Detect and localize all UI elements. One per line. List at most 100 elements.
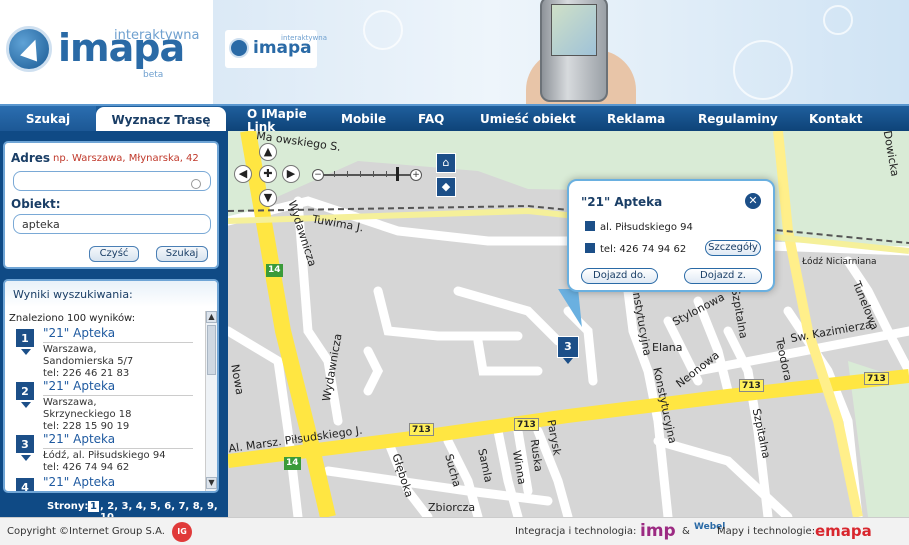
result-phone: tel: 426 74 94 62 bbox=[43, 462, 130, 473]
route-to-button[interactable]: Dojazd do. bbox=[581, 268, 658, 284]
imp-logo[interactable]: imp bbox=[640, 521, 676, 541]
imapa-app: interaktywna imapa beta interaktywna ima… bbox=[0, 0, 909, 545]
zoom-tick bbox=[373, 171, 374, 177]
road-number-badge: 14 bbox=[284, 457, 301, 470]
result-city: Warszawa, bbox=[43, 344, 97, 355]
pagination: Strony: 1 , 2, 3, 4, 5, 6, 7, 8, 9, 10 bbox=[0, 497, 228, 523]
road-number-badge: 713 bbox=[409, 423, 434, 436]
nav-link-faq[interactable]: FAQ bbox=[418, 106, 444, 133]
maps-text: Mapy i technologie: bbox=[717, 526, 816, 537]
banner-compass-icon bbox=[229, 38, 249, 58]
address-clear-icon[interactable] bbox=[191, 179, 201, 189]
internet-group-logo[interactable]: IG bbox=[172, 522, 192, 542]
main-nav: Szukaj Wyznacz Trasę O IMapie Link Mobil… bbox=[0, 104, 909, 134]
search-form: Adres np. Warszawa, Młynarska, 42 Obiekt… bbox=[3, 141, 219, 269]
banner-phone-screen bbox=[551, 4, 597, 56]
home-icon bbox=[585, 221, 595, 231]
scroll-thumb[interactable] bbox=[207, 325, 216, 375]
close-icon[interactable]: ✕ bbox=[745, 193, 761, 209]
zoom-tick bbox=[347, 171, 348, 177]
zoom-tick bbox=[360, 171, 361, 177]
result-divider bbox=[43, 448, 193, 449]
result-name[interactable]: "21" Apteka bbox=[43, 379, 115, 393]
address-hint: np. Warszawa, Młynarska, 42 bbox=[53, 153, 199, 164]
address-label: Adres bbox=[11, 151, 51, 165]
header-banner: interaktywna imapa bbox=[213, 0, 909, 104]
address-input[interactable] bbox=[13, 171, 211, 191]
result-item[interactable]: 4 "21" Apteka bbox=[13, 475, 199, 491]
search-button[interactable]: Szukaj bbox=[156, 246, 208, 262]
clear-button[interactable]: Czyść bbox=[89, 246, 139, 262]
map-view[interactable]: ▲ ◀ ✚ ▶ ▼ − + ⌂ ◆ Ma owskiego S. Tuwima … bbox=[228, 131, 909, 517]
banner-phone-image bbox=[540, 0, 608, 102]
phone-icon bbox=[585, 243, 595, 253]
nav-link-contact[interactable]: Kontakt bbox=[809, 106, 862, 133]
result-address: Łódź, al. Piłsudskiego 94 bbox=[43, 450, 166, 461]
logo-beta: beta bbox=[143, 70, 164, 80]
pan-up-icon[interactable]: ▲ bbox=[259, 143, 277, 161]
pagination-current-page[interactable]: 1 bbox=[88, 501, 99, 512]
pan-right-icon[interactable]: ▶ bbox=[282, 165, 300, 183]
road-number-badge: 713 bbox=[864, 372, 889, 385]
zoom-slider-thumb[interactable] bbox=[396, 167, 399, 181]
ampersand: & bbox=[682, 526, 690, 537]
imapa-logo[interactable]: interaktywna imapa beta bbox=[0, 0, 213, 104]
details-button[interactable]: Szczegóły bbox=[705, 240, 761, 256]
zoom-out-icon[interactable]: − bbox=[312, 169, 324, 181]
integration-text: Integracja i technologia: bbox=[515, 526, 637, 537]
map-marker[interactable]: 3 bbox=[557, 336, 579, 364]
logo-compass-icon bbox=[6, 26, 52, 72]
station-label: Łódź Niciarniana bbox=[802, 257, 877, 267]
pan-down-icon[interactable]: ▼ bbox=[259, 189, 277, 207]
street-label: Zbiorcza bbox=[428, 501, 476, 514]
nav-link-terms[interactable]: Regulaminy bbox=[698, 106, 778, 133]
popup-title: "21" Apteka bbox=[581, 195, 663, 209]
tab-search[interactable]: Szukaj bbox=[0, 106, 96, 133]
road-number-badge: 713 bbox=[514, 418, 539, 431]
result-marker: 1 bbox=[15, 328, 35, 355]
nav-link-mobile[interactable]: Mobile bbox=[341, 106, 386, 133]
results-scrollbar[interactable]: ▲ ▼ bbox=[205, 311, 217, 491]
result-item[interactable]: 1 "21" Apteka Warszawa, Sandomierska 5/7… bbox=[13, 326, 199, 379]
object-input[interactable] bbox=[13, 214, 211, 234]
result-name[interactable]: "21" Apteka bbox=[43, 475, 115, 489]
banner-bubble-decoration bbox=[733, 40, 793, 100]
tab-route[interactable]: Wyznacz Trasę bbox=[96, 107, 226, 134]
emapa-logo[interactable]: emapa bbox=[815, 522, 872, 540]
zoom-tick bbox=[386, 171, 387, 177]
popup-phone: tel: 426 74 94 62 bbox=[600, 244, 687, 255]
footer: Copyright ©Internet Group S.A. IG Integr… bbox=[0, 517, 909, 545]
pagination-label: Strony: bbox=[47, 501, 89, 512]
result-city: Warszawa, bbox=[43, 397, 97, 408]
zoom-in-icon[interactable]: + bbox=[410, 169, 422, 181]
result-marker: 4 bbox=[15, 477, 35, 491]
result-item[interactable]: 2 "21" Apteka Warszawa, Skrzyneckiego 18… bbox=[13, 379, 199, 432]
results-count: Znaleziono 100 wyników: bbox=[9, 313, 136, 324]
popup-address-row: al. Piłsudskiego 94 bbox=[585, 221, 693, 233]
copyright: Copyright ©Internet Group S.A. bbox=[7, 526, 165, 537]
results-title: Wyniki wyszukiwania: bbox=[13, 288, 133, 301]
pan-center-icon[interactable]: ✚ bbox=[259, 165, 277, 183]
result-name[interactable]: "21" Apteka bbox=[43, 326, 115, 340]
scroll-up-icon[interactable]: ▲ bbox=[206, 311, 217, 323]
popup-phone-row: tel: 426 74 94 62 bbox=[585, 243, 686, 255]
result-phone: tel: 226 46 21 83 bbox=[43, 368, 130, 379]
object-label: Obiekt: bbox=[11, 197, 61, 211]
nav-link-ads[interactable]: Reklama bbox=[607, 106, 665, 133]
result-name[interactable]: "21" Apteka bbox=[43, 432, 115, 446]
header: interaktywna imapa beta interaktywna ima… bbox=[0, 0, 909, 104]
nav-link-add-object[interactable]: Umieść obiekt bbox=[480, 106, 576, 133]
scroll-down-icon[interactable]: ▼ bbox=[206, 477, 217, 489]
home-icon[interactable]: ⌂ bbox=[436, 153, 456, 173]
results-panel: Wyniki wyszukiwania: Znaleziono 100 wyni… bbox=[3, 279, 219, 493]
road-number-badge: 713 bbox=[739, 379, 764, 392]
pan-left-icon[interactable]: ◀ bbox=[234, 165, 252, 183]
road-number-badge: 14 bbox=[266, 264, 283, 277]
info-popup: "21" Apteka ✕ al. Piłsudskiego 94 tel: 4… bbox=[567, 179, 775, 292]
fullscreen-icon[interactable]: ◆ bbox=[436, 177, 456, 197]
logo-brand-text: imapa bbox=[58, 26, 185, 70]
nav-link-about[interactable]: O IMapie Link bbox=[247, 106, 317, 134]
result-divider bbox=[43, 395, 193, 396]
route-from-button[interactable]: Dojazd z. bbox=[684, 268, 762, 284]
result-street: Skrzyneckiego 18 bbox=[43, 409, 132, 420]
